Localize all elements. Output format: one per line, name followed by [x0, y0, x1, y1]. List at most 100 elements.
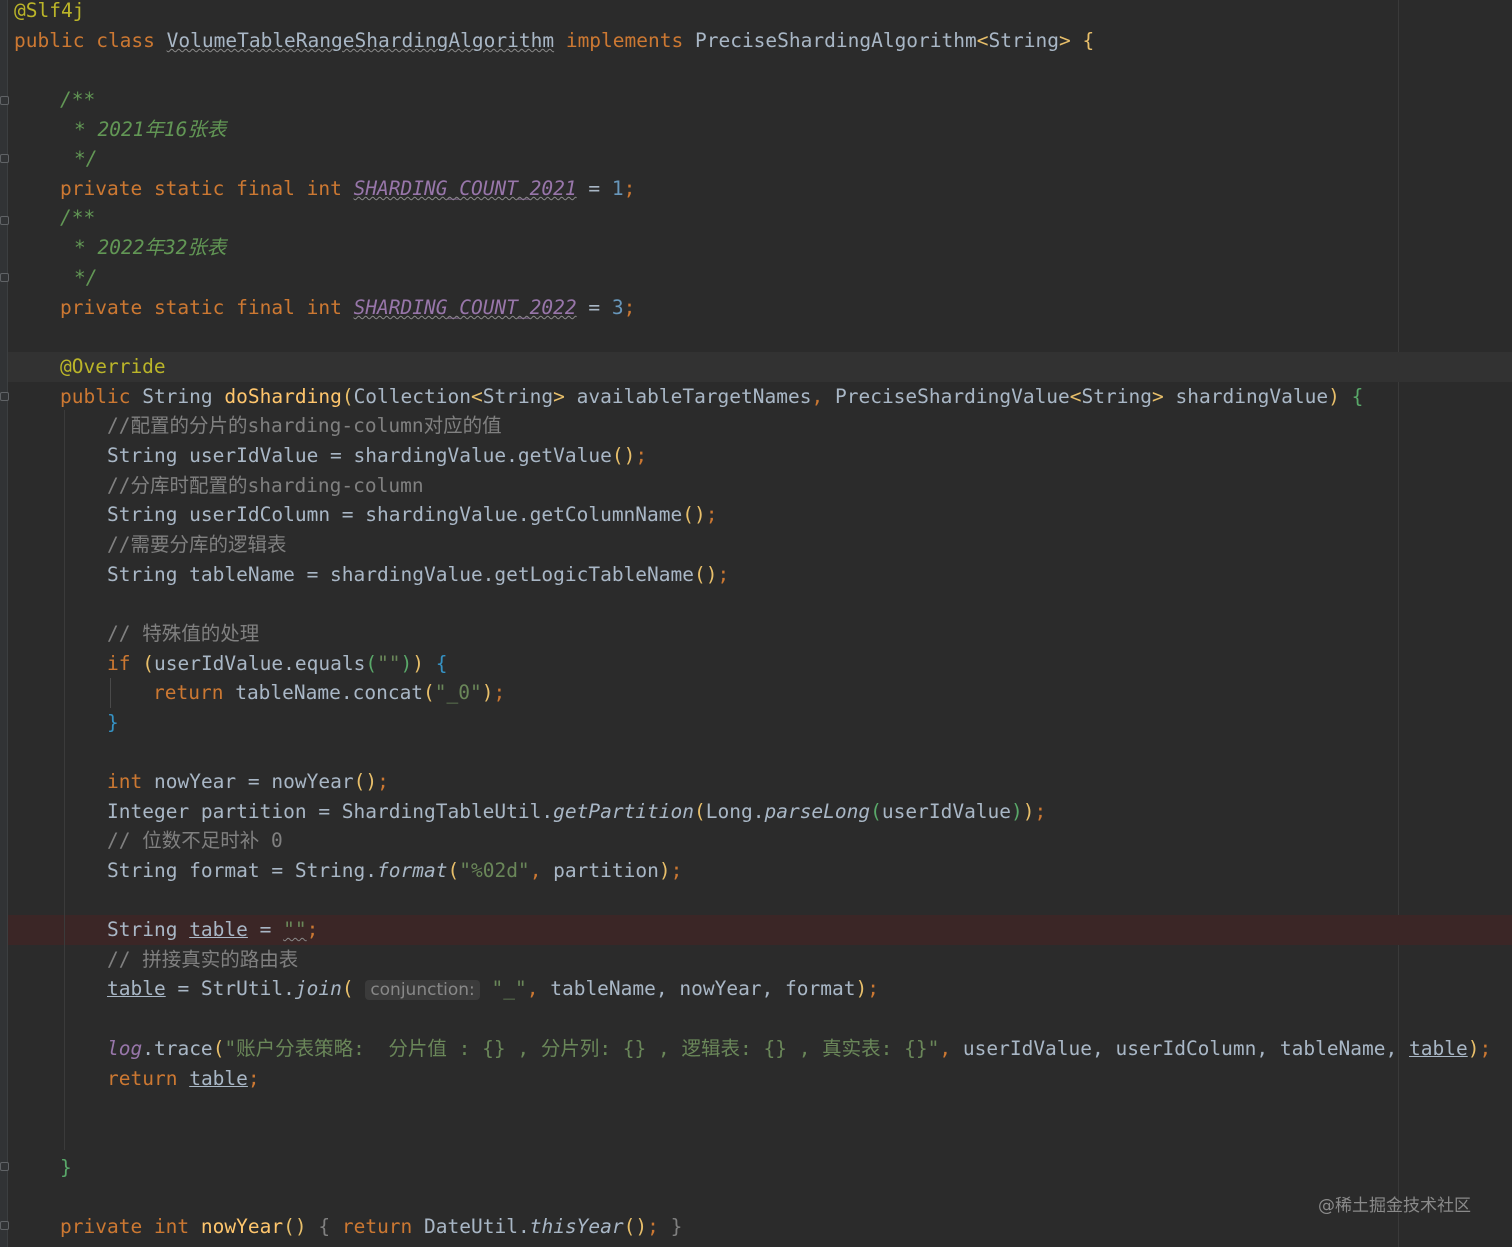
- code-line[interactable]: table = StrUtil.join( conjunction: "_", …: [107, 974, 879, 1004]
- code-line[interactable]: */: [74, 263, 97, 293]
- code-line[interactable]: private static final int SHARDING_COUNT_…: [60, 174, 635, 204]
- code-line[interactable]: }: [107, 708, 119, 738]
- number-literal: 3: [611, 296, 624, 319]
- paren: (: [341, 385, 354, 408]
- code-line[interactable]: public class VolumeTableRangeShardingAlg…: [14, 26, 1094, 56]
- code-line[interactable]: /**: [60, 203, 95, 233]
- code-line[interactable]: Integer partition = ShardingTableUtil.ge…: [107, 797, 1046, 827]
- editor-gutter[interactable]: [0, 0, 8, 1247]
- paren: ): [855, 977, 868, 1000]
- keyword: class: [96, 29, 155, 52]
- keyword: int: [306, 296, 342, 319]
- paren: (): [682, 503, 706, 526]
- variable-name: table: [107, 977, 166, 1000]
- keyword: int: [306, 177, 342, 200]
- brace: }: [670, 1215, 683, 1238]
- paren: (): [611, 444, 636, 467]
- paren: (: [212, 1037, 225, 1060]
- generic-bracket: >: [1058, 29, 1071, 52]
- paren: ): [481, 681, 494, 704]
- code-line[interactable]: private static final int SHARDING_COUNT_…: [60, 293, 635, 323]
- code-line[interactable]: /**: [60, 85, 95, 115]
- code-line[interactable]: * 2021年16张表: [74, 115, 226, 145]
- code-line[interactable]: String tableName = shardingValue.getLogi…: [107, 560, 729, 590]
- method-name: nowYear: [200, 1215, 284, 1238]
- fold-marker-icon[interactable]: [0, 1221, 9, 1230]
- doc-comment: /**: [60, 88, 96, 111]
- statement: = StrUtil.: [165, 977, 295, 1000]
- code-line[interactable]: private int nowYear() { return DateUtil.…: [60, 1212, 682, 1242]
- keyword: return: [153, 681, 224, 704]
- code-line[interactable]: int nowYear = nowYear();: [107, 767, 389, 797]
- fold-marker-icon[interactable]: [0, 96, 9, 105]
- code-line[interactable]: String table = "";: [107, 915, 318, 945]
- watermark: @稀土掘金技术社区: [1318, 1196, 1471, 1216]
- keyword: private: [60, 1215, 143, 1238]
- code-line[interactable]: // 拼接真实的路由表: [107, 945, 298, 975]
- parameter-name: availableTargetNames: [576, 385, 812, 408]
- code-line[interactable]: //需要分库的逻辑表: [107, 530, 286, 560]
- operator: =: [588, 296, 601, 319]
- operator: =: [259, 918, 272, 941]
- code-line[interactable]: return tableName.concat("_0");: [153, 678, 505, 708]
- line-comment: // 位数不足时补 0: [107, 829, 283, 852]
- fold-marker-icon[interactable]: [0, 154, 9, 163]
- semicolon: ;: [647, 1215, 659, 1238]
- code-line[interactable]: return table;: [107, 1064, 260, 1094]
- brace: {: [1351, 385, 1364, 408]
- code-line[interactable]: // 位数不足时补 0: [107, 826, 283, 856]
- expression: tableName.concat: [235, 681, 424, 704]
- code-line[interactable]: @Override: [60, 352, 166, 382]
- code-editor[interactable]: @Slf4j public class VolumeTableRangeShar…: [0, 0, 1512, 1247]
- paren: ): [1011, 800, 1023, 823]
- code-line[interactable]: String format = String.format("%02d", pa…: [107, 856, 682, 886]
- keyword: private: [60, 296, 143, 319]
- method-call: format: [377, 859, 448, 882]
- fold-marker-icon[interactable]: [0, 1162, 9, 1171]
- generic-bracket: <: [976, 29, 989, 52]
- operator: =: [588, 177, 601, 200]
- code-line[interactable]: * 2022年32张表: [74, 233, 226, 263]
- code-line[interactable]: //分库时配置的sharding-column: [107, 471, 424, 501]
- paren: (: [142, 652, 154, 675]
- statement: String tableName = shardingValue.getLogi…: [107, 563, 694, 586]
- keyword: static: [153, 177, 225, 200]
- paren: ): [1022, 800, 1035, 823]
- string-literal: "": [283, 918, 307, 941]
- keyword: final: [236, 296, 295, 319]
- keyword: return: [107, 1067, 178, 1090]
- fold-marker-icon[interactable]: [0, 216, 9, 225]
- comma: ,: [526, 977, 539, 1000]
- fold-marker-icon[interactable]: [0, 273, 9, 282]
- code-line[interactable]: String userIdColumn = shardingValue.getC…: [107, 500, 718, 530]
- statement: String: [107, 918, 190, 941]
- code-line[interactable]: public String doSharding(Collection<Stri…: [60, 382, 1363, 412]
- variable-name: table: [189, 1067, 248, 1090]
- line-comment: // 拼接真实的路由表: [107, 948, 299, 971]
- code-line[interactable]: */: [74, 144, 97, 174]
- expression: Long.: [705, 800, 765, 823]
- expression: userIdValue.equals: [153, 652, 366, 675]
- string-literal: "账户分表策略: 分片值 : {} , 分片列: {} , 逻辑表: {} , …: [224, 1037, 940, 1060]
- code-line[interactable]: // 特殊值的处理: [107, 619, 259, 649]
- type-name: String: [988, 29, 1059, 52]
- code-line[interactable]: log.trace("账户分表策略: 分片值 : {} , 分片列: {} , …: [107, 1034, 1491, 1064]
- line-comment: //配置的分片的sharding-column对应的值: [107, 414, 502, 437]
- annotation: @Slf4j: [14, 0, 85, 22]
- type-name: PreciseShardingValue: [834, 385, 1070, 408]
- fold-marker-icon[interactable]: [0, 392, 9, 401]
- paren: ): [658, 859, 671, 882]
- doc-comment: * 2022年32张表: [74, 236, 227, 259]
- paren: (): [623, 1215, 648, 1238]
- paren: ): [400, 652, 413, 675]
- code-line[interactable]: String userIdValue = shardingValue.getVa…: [107, 441, 647, 471]
- expression: userIdValue, userIdColumn, tableName,: [951, 1037, 1410, 1060]
- code-line[interactable]: if (userIdValue.equals("")) {: [107, 649, 448, 679]
- statement: String userIdColumn = shardingValue.getC…: [107, 503, 683, 526]
- generic-bracket: <: [470, 385, 483, 408]
- code-line[interactable]: }: [60, 1153, 72, 1183]
- code-line[interactable]: //配置的分片的sharding-column对应的值: [107, 411, 502, 441]
- keyword: return: [341, 1215, 413, 1238]
- code-line[interactable]: @Slf4j: [14, 0, 84, 26]
- doc-comment: /**: [60, 206, 96, 229]
